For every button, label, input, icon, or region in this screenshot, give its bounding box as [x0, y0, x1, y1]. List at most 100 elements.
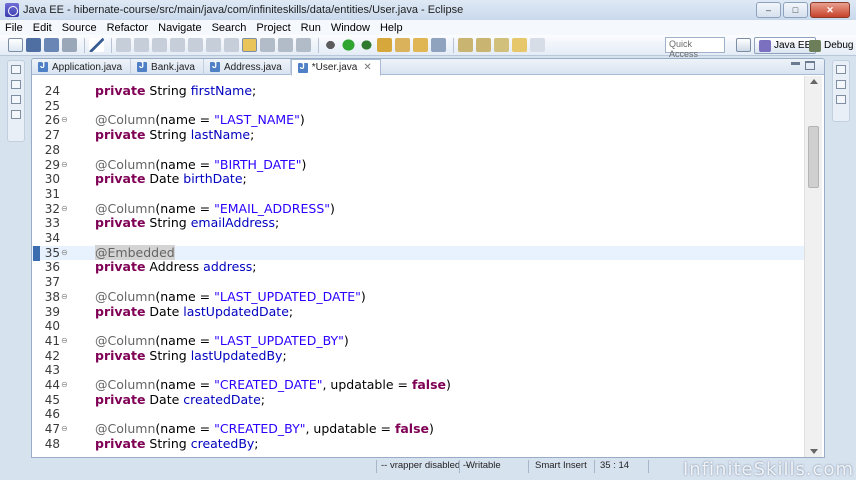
code-line[interactable]: 45 private Date createdDate;: [32, 392, 804, 408]
new-icon[interactable]: [8, 38, 23, 52]
code-line[interactable]: 25: [32, 99, 804, 114]
tab-application-java[interactable]: Application.java: [32, 59, 132, 75]
toggle-mark-occurrences-icon[interactable]: [242, 38, 257, 52]
code-line[interactable]: 44 ⊖ @Column(name = "CREATED_DATE", updata…: [32, 377, 804, 393]
open-folder-icon[interactable]: [413, 38, 428, 52]
project-explorer-icon[interactable]: [11, 80, 21, 89]
scroll-up-icon[interactable]: [810, 79, 818, 84]
code-line[interactable]: 40: [32, 319, 804, 334]
code-line[interactable]: 43: [32, 363, 804, 378]
perspective-debug[interactable]: Debug: [805, 37, 856, 54]
code-line[interactable]: 29 ⊖ @Column(name = "BIRTH_DATE"): [32, 157, 804, 173]
terminate-icon[interactable]: [152, 38, 167, 52]
outline-icon[interactable]: [836, 80, 846, 89]
save-icon[interactable]: [26, 38, 41, 52]
step-into-icon[interactable]: [188, 38, 203, 52]
disconnect-icon[interactable]: [170, 38, 185, 52]
fold-toggle-icon[interactable]: ⊖: [61, 290, 68, 305]
save-all-icon[interactable]: [44, 38, 59, 52]
menu-search[interactable]: Search: [212, 22, 247, 34]
menu-project[interactable]: Project: [256, 22, 290, 34]
code-token: ): [299, 112, 305, 128]
code-token: private: [95, 127, 146, 143]
fold-toggle-icon[interactable]: ⊖: [61, 113, 68, 128]
source-code: private String lastName;: [95, 127, 254, 143]
code-line[interactable]: 34: [32, 231, 804, 246]
maximize-button[interactable]: □: [783, 2, 808, 18]
code-line[interactable]: 41 ⊖ @Column(name = "LAST_UPDATED_BY"): [32, 333, 804, 349]
code-line[interactable]: 47 ⊖ @Column(name = "CREATED_BY", updatabl…: [32, 421, 804, 437]
scroll-down-icon[interactable]: [810, 449, 818, 454]
tab-bank-java[interactable]: Bank.java: [131, 59, 204, 75]
code-line[interactable]: 46: [32, 407, 804, 422]
task-list-icon[interactable]: [836, 95, 846, 104]
code-line[interactable]: 42 private String lastUpdatedBy;: [32, 348, 804, 364]
tab-user-java[interactable]: *User.java ✕: [290, 59, 381, 76]
menu-refactor[interactable]: Refactor: [107, 22, 149, 34]
menu-navigate[interactable]: Navigate: [158, 22, 201, 34]
previous-annotation-icon[interactable]: [476, 38, 491, 52]
back-icon[interactable]: [512, 38, 527, 52]
quick-access-input[interactable]: Quick Access: [665, 37, 725, 59]
step-return-icon[interactable]: [224, 38, 239, 52]
menu-file[interactable]: File: [5, 22, 23, 34]
menu-edit[interactable]: Edit: [33, 22, 52, 34]
scrollbar-thumb[interactable]: [808, 126, 819, 188]
run-icon[interactable]: [341, 38, 356, 52]
last-edit-icon[interactable]: [494, 38, 509, 52]
search-icon[interactable]: [431, 38, 446, 52]
open-perspective-icon[interactable]: [736, 38, 751, 52]
paragraph-icon[interactable]: [296, 38, 311, 52]
step-over-icon[interactable]: [206, 38, 221, 52]
restore-icon[interactable]: [836, 65, 846, 74]
resume-icon[interactable]: [116, 38, 131, 52]
menu-run[interactable]: Run: [301, 22, 321, 34]
server-icon[interactable]: [377, 38, 392, 52]
restore-icon[interactable]: [11, 65, 21, 74]
code-line[interactable]: 37: [32, 275, 804, 290]
menu-source[interactable]: Source: [62, 22, 97, 34]
code-line[interactable]: 39 private Date lastUpdatedDate;: [32, 304, 804, 320]
code-line[interactable]: 48 private String createdBy;: [32, 436, 804, 452]
maximize-editor-icon[interactable]: [805, 61, 815, 70]
source-code: private String firstName;: [95, 83, 256, 99]
fold-toggle-icon[interactable]: ⊖: [61, 246, 68, 261]
menu-help[interactable]: Help: [380, 22, 403, 34]
next-annotation-icon[interactable]: [458, 38, 473, 52]
close-tab-icon[interactable]: ✕: [363, 62, 371, 73]
debug-icon[interactable]: [323, 38, 338, 52]
fold-toggle-icon[interactable]: ⊖: [61, 202, 68, 217]
forward-icon[interactable]: [530, 38, 545, 52]
show-whitespace-icon[interactable]: [278, 38, 293, 52]
code-line[interactable]: 36 private Address address;: [32, 260, 804, 275]
package-explorer-icon[interactable]: [11, 95, 21, 104]
minimize-editor-icon[interactable]: [791, 62, 800, 65]
tab-address-java[interactable]: Address.java: [204, 59, 291, 75]
minimize-button[interactable]: –: [756, 2, 781, 18]
type-hierarchy-icon[interactable]: [11, 110, 21, 119]
fold-toggle-icon[interactable]: ⊖: [61, 158, 68, 173]
code-line[interactable]: 28: [32, 143, 804, 158]
suspend-icon[interactable]: [134, 38, 149, 52]
vertical-scrollbar[interactable]: [804, 76, 822, 457]
fold-toggle-icon[interactable]: ⊖: [61, 422, 68, 437]
skip-breakpoints-icon[interactable]: [89, 38, 104, 52]
fold-toggle-icon[interactable]: ⊖: [61, 378, 68, 393]
code-line[interactable]: 32 ⊖ @Column(name = "EMAIL_ADDRESS"): [32, 201, 804, 217]
code-area[interactable]: 24 private String firstName; 25 26 ⊖ @Column(…: [32, 76, 824, 457]
code-line[interactable]: 31: [32, 187, 804, 202]
code-line[interactable]: 26 ⊖ @Column(name = "LAST_NAME"): [32, 113, 804, 128]
menu-window[interactable]: Window: [331, 22, 370, 34]
code-line[interactable]: 30 private Date birthDate;: [32, 171, 804, 187]
print-icon[interactable]: [62, 38, 77, 52]
close-button[interactable]: ✕: [810, 2, 850, 18]
code-line[interactable]: 24 private String firstName;: [32, 83, 804, 99]
code-line[interactable]: 38 ⊖ @Column(name = "LAST_UPDATED_DATE"): [32, 289, 804, 305]
code-line[interactable]: 27 private String lastName;: [32, 127, 804, 143]
fold-toggle-icon[interactable]: ⊖: [61, 334, 68, 349]
code-line[interactable]: 35 ⊖ @Embedded: [32, 244, 804, 261]
coverage-icon[interactable]: [359, 38, 374, 52]
code-line[interactable]: 33 private String emailAddress;: [32, 215, 804, 231]
open-type-icon[interactable]: [395, 38, 410, 52]
block-selection-icon[interactable]: [260, 38, 275, 52]
